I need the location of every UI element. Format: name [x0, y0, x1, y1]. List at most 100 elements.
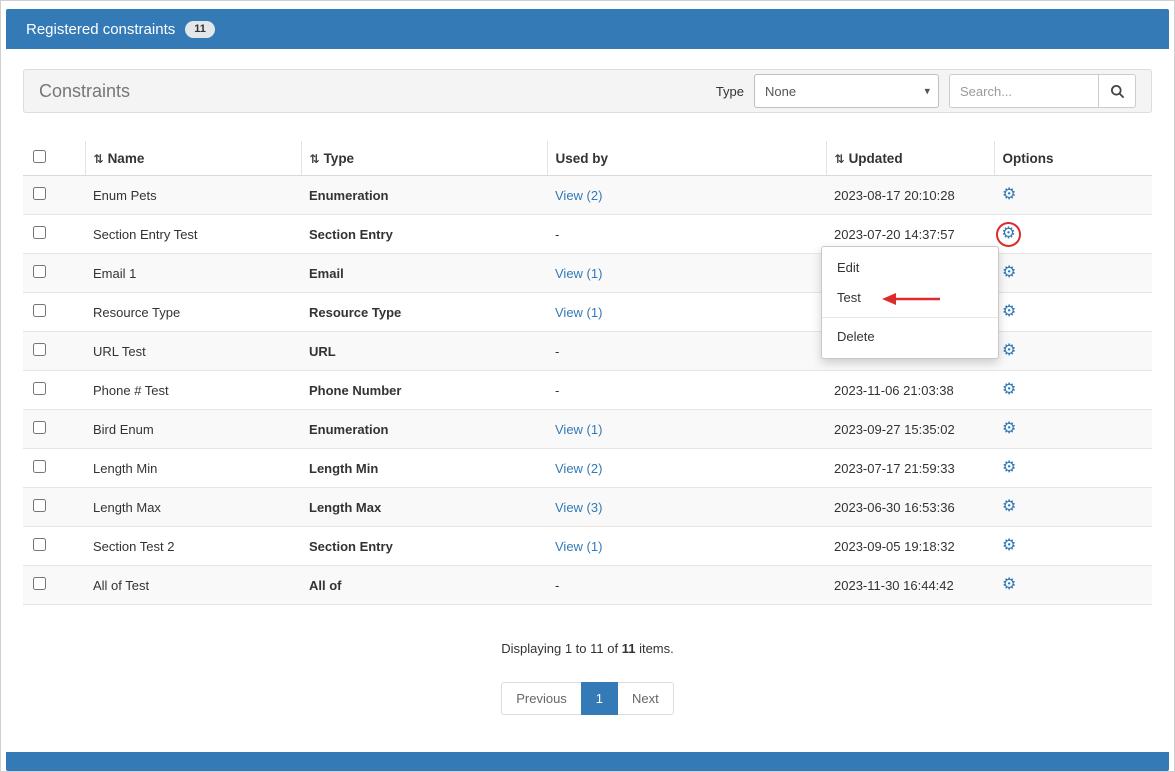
row-checkbox[interactable]: [33, 343, 46, 356]
summary-suffix: items.: [635, 641, 673, 656]
used-by-empty: -: [555, 383, 559, 398]
used-by-empty: -: [555, 227, 559, 242]
constraint-updated: 2023-09-27 15:35:02: [826, 410, 994, 449]
gear-icon[interactable]: ⚙: [1002, 421, 1016, 437]
constraint-type: Length Max: [301, 488, 547, 527]
row-checkbox-cell: [23, 566, 85, 605]
table-row: Length Max Length Max View (3) 2023-06-3…: [23, 488, 1152, 527]
constraint-name: URL Test: [85, 332, 301, 371]
gear-icon[interactable]: ⚙: [1002, 343, 1016, 359]
gear-icon[interactable]: ⚙: [1002, 382, 1016, 398]
constraint-updated: 2023-07-17 21:59:33: [826, 449, 994, 488]
summary-count: 11: [622, 641, 636, 656]
constraint-updated: 2023-11-30 16:44:42: [826, 566, 994, 605]
constraint-used-by: View (1): [547, 527, 826, 566]
used-by-empty: -: [555, 344, 559, 359]
menu-item-test[interactable]: Test: [822, 283, 998, 313]
results-summary: Displaying 1 to 11 of 11 items.: [23, 641, 1152, 656]
gear-icon[interactable]: ⚙: [1002, 538, 1016, 554]
toolbar-controls: Type None ▾: [716, 74, 1136, 108]
row-checkbox[interactable]: [33, 538, 46, 551]
row-checkbox[interactable]: [33, 499, 46, 512]
used-by-link[interactable]: View (1): [555, 422, 602, 437]
used-by-link[interactable]: View (2): [555, 461, 602, 476]
row-checkbox[interactable]: [33, 382, 46, 395]
row-options-cell: ⚙: [994, 332, 1152, 371]
row-options-cell: ⚙: [994, 371, 1152, 410]
gear-icon[interactable]: ⚙: [996, 222, 1021, 247]
row-checkbox[interactable]: [33, 187, 46, 200]
table-row: Phone # Test Phone Number - 2023-11-06 2…: [23, 371, 1152, 410]
row-checkbox-cell: [23, 488, 85, 527]
used-by-link[interactable]: View (1): [555, 305, 602, 320]
pagination: Previous 1 Next: [23, 682, 1152, 715]
row-checkbox[interactable]: [33, 304, 46, 317]
row-checkbox-cell: [23, 254, 85, 293]
table-header-row: ⇅Name ⇅Type Used by ⇅Updated Options: [23, 141, 1152, 176]
used-by-empty: -: [555, 578, 559, 593]
constraint-type: Section Entry: [301, 527, 547, 566]
panel-header: Registered constraints 11: [6, 9, 1169, 49]
row-checkbox[interactable]: [33, 421, 46, 434]
gear-icon[interactable]: ⚙: [1002, 265, 1016, 281]
constraint-name: Resource Type: [85, 293, 301, 332]
row-checkbox[interactable]: [33, 265, 46, 278]
select-all-checkbox[interactable]: [33, 150, 46, 163]
constraint-used-by: View (1): [547, 254, 826, 293]
count-badge: 11: [185, 21, 215, 38]
row-options-cell: ⚙: [994, 488, 1152, 527]
pagination-page-1[interactable]: 1: [581, 682, 618, 715]
constraint-name: Bird Enum: [85, 410, 301, 449]
search-input[interactable]: [949, 74, 1099, 108]
menu-divider: [822, 317, 998, 318]
gear-icon[interactable]: ⚙: [1002, 499, 1016, 515]
summary-prefix: Displaying 1 to 11 of: [501, 641, 621, 656]
type-filter-label: Type: [716, 84, 744, 99]
row-options-cell: ⚙: [994, 293, 1152, 332]
search-icon: [1110, 84, 1125, 99]
constraint-used-by: -: [547, 332, 826, 371]
pagination-previous[interactable]: Previous: [501, 682, 582, 715]
sort-icon: ⇅: [94, 152, 104, 166]
row-checkbox-cell: [23, 527, 85, 566]
constraint-name: Section Entry Test: [85, 215, 301, 254]
footer-bar: [6, 752, 1169, 771]
panel-body: Constraints Type None ▾: [23, 69, 1152, 715]
constraint-used-by: View (1): [547, 410, 826, 449]
constraint-type: Enumeration: [301, 176, 547, 215]
constraints-page: Registered constraints 11 Constraints Ty…: [0, 0, 1175, 772]
used-by-link[interactable]: View (2): [555, 188, 602, 203]
gear-icon[interactable]: ⚙: [1002, 304, 1016, 320]
used-by-link[interactable]: View (1): [555, 539, 602, 554]
search-button[interactable]: [1098, 74, 1136, 108]
row-checkbox-cell: [23, 449, 85, 488]
gear-icon[interactable]: ⚙: [1002, 577, 1016, 593]
row-checkbox[interactable]: [33, 577, 46, 590]
row-options-cell: ⚙: [994, 410, 1152, 449]
options-context-menu: Edit Test Delete: [821, 246, 999, 359]
pagination-next[interactable]: Next: [617, 682, 674, 715]
constraint-type: Length Min: [301, 449, 547, 488]
row-checkbox-cell: [23, 176, 85, 215]
constraint-updated: 2023-06-30 16:53:36: [826, 488, 994, 527]
gear-icon[interactable]: ⚙: [1002, 460, 1016, 476]
used-by-link[interactable]: View (3): [555, 500, 602, 515]
gear-icon[interactable]: ⚙: [1002, 187, 1016, 203]
menu-item-delete[interactable]: Delete: [822, 322, 998, 352]
constraint-type: Section Entry: [301, 215, 547, 254]
sort-icon: ⇅: [310, 152, 320, 166]
column-header-updated[interactable]: ⇅Updated: [826, 141, 994, 176]
table-toolbar: Constraints Type None ▾: [23, 69, 1152, 113]
type-filter-select[interactable]: None: [754, 74, 939, 108]
constraint-used-by: -: [547, 215, 826, 254]
constraint-type: Enumeration: [301, 410, 547, 449]
row-checkbox[interactable]: [33, 460, 46, 473]
row-checkbox[interactable]: [33, 226, 46, 239]
row-checkbox-cell: [23, 332, 85, 371]
row-options-cell: ⚙: [994, 254, 1152, 293]
column-header-type[interactable]: ⇅Type: [301, 141, 547, 176]
column-header-name[interactable]: ⇅Name: [85, 141, 301, 176]
used-by-link[interactable]: View (1): [555, 266, 602, 281]
table-body: Enum Pets Enumeration View (2) 2023-08-1…: [23, 176, 1152, 605]
menu-item-edit[interactable]: Edit: [822, 253, 998, 283]
